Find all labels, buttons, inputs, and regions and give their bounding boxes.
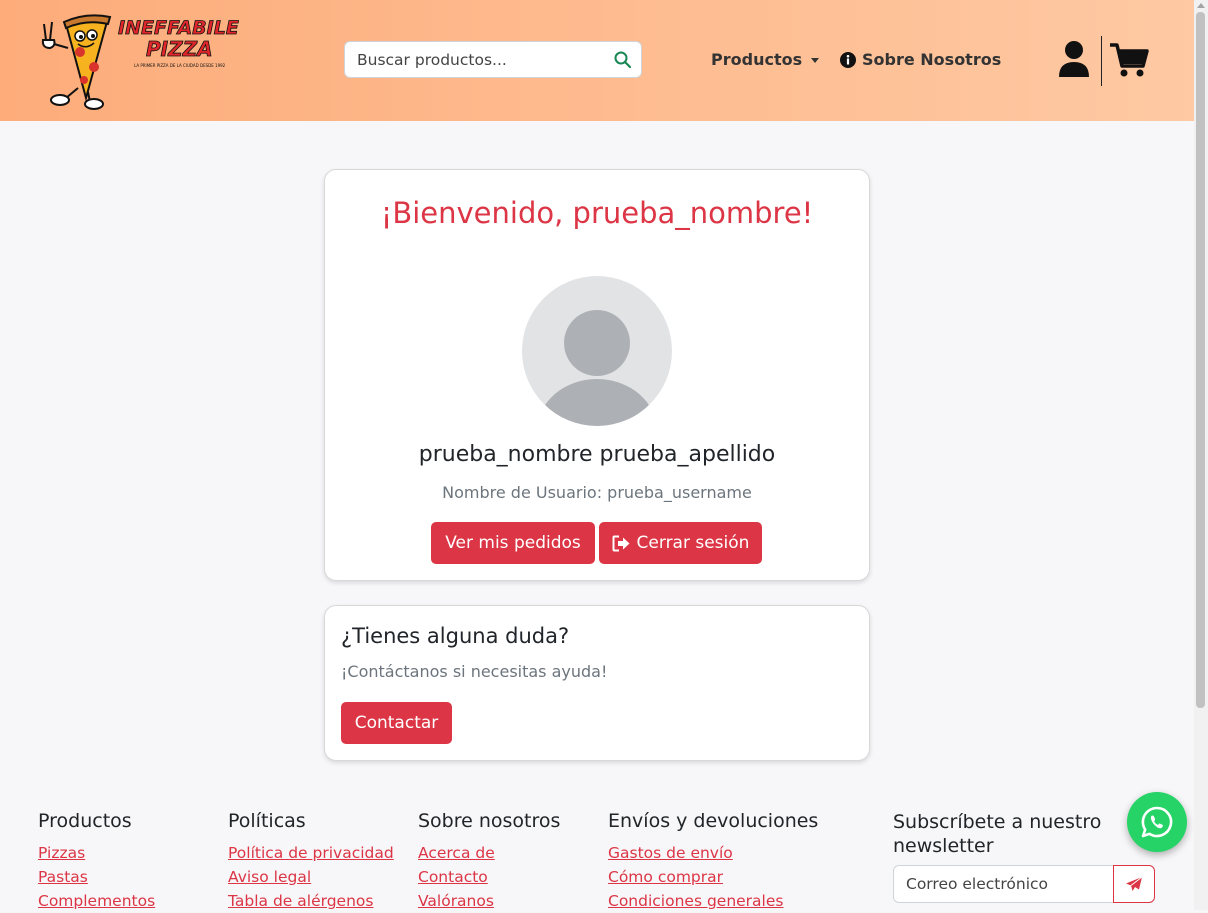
user-full-name: prueba_nombre prueba_apellido [418,442,776,467]
footer-column-politicas: Políticas Política de privacidad Aviso l… [228,810,394,913]
footer-link-valoranos[interactable]: Valóranos [418,889,560,913]
footer-heading: Productos [38,810,132,832]
help-card: ¿Tienes alguna duda? ¡Contáctanos si nec… [324,605,870,761]
scrollbar-thumb[interactable] [1196,12,1205,708]
footer-column-productos: Productos Pizzas Pastas Complementos [38,810,155,913]
footer-link-aviso-legal[interactable]: Aviso legal [228,865,394,889]
search-bar [344,41,642,78]
nav-sobre-nosotros-label: Sobre Nosotros [862,50,1002,69]
footer-link-contacto[interactable]: Contacto [418,865,560,889]
logout-button[interactable]: Cerrar sesión [599,522,762,564]
logo[interactable]: INEFFABILE PIZZA LA PRIMER PIZZA DE LA C… [38,12,242,110]
view-orders-label: Ver mis pedidos [445,533,581,553]
footer-heading: Sobre nosotros [418,810,561,832]
footer-column-envios: Envíos y devoluciones Gastos de envío Có… [608,810,818,913]
search-icon[interactable] [613,50,633,70]
footer-link-pizzas[interactable]: Pizzas [38,841,155,865]
welcome-heading: ¡Bienvenido, prueba_nombre! [380,196,814,230]
logout-label: Cerrar sesión [636,533,750,553]
footer-link-privacidad[interactable]: Política de privacidad [228,841,394,865]
footer-link-como-comprar[interactable]: Cómo comprar [608,865,818,889]
footer-heading: Envíos y devoluciones [608,810,819,832]
header-divider [1101,36,1102,86]
chevron-down-icon [811,58,820,63]
newsletter-send-button[interactable] [1113,865,1155,903]
send-icon [1126,876,1143,891]
footer-heading: Políticas [228,810,306,832]
username-line: Nombre de Usuario: prueba_username [442,483,752,502]
newsletter-email-input[interactable] [893,865,1114,903]
scrollbar[interactable] [1194,0,1208,910]
footer-link-acerca-de[interactable]: Acerca de [418,841,560,865]
footer-link-pastas[interactable]: Pastas [38,865,155,889]
help-title: ¿Tienes alguna duda? [341,624,570,648]
nav-productos-label: Productos [711,50,803,69]
nav-sobre-nosotros[interactable]: Sobre Nosotros [840,50,1001,69]
site-header: INEFFABILE PIZZA LA PRIMER PIZZA DE LA C… [0,0,1194,121]
scroll-up-arrow-icon[interactable] [1197,3,1205,8]
newsletter-title: Subscríbete a nuestro newsletter [893,811,1102,857]
user-icon[interactable] [1058,40,1090,78]
sign-out-icon [612,535,630,551]
svg-text:PIZZA: PIZZA [146,37,213,61]
footer-link-alergenos[interactable]: Tabla de alérgenos [228,889,394,913]
footer-link-complementos[interactable]: Complementos [38,889,155,913]
profile-card: ¡Bienvenido, prueba_nombre! prueba_nombr… [324,169,870,581]
footer-link-gastos-envio[interactable]: Gastos de envío [608,841,818,865]
svg-text:LA PRIMER PIZZA DE LA CIUDAD D: LA PRIMER PIZZA DE LA CIUDAD DESDE 1992 [134,63,226,68]
help-text: ¡Contáctanos si necesitas ayuda! [341,662,608,681]
footer-link-condiciones[interactable]: Condiciones generales [608,889,818,913]
avatar-icon [522,276,672,426]
nav-productos-dropdown[interactable]: Productos [711,50,820,69]
info-icon [840,51,856,68]
whatsapp-button[interactable] [1127,792,1187,852]
cart-icon[interactable] [1109,42,1149,78]
view-orders-button[interactable]: Ver mis pedidos [431,522,595,564]
footer-column-sobre-nosotros: Sobre nosotros Acerca de Contacto Valóra… [418,810,560,913]
whatsapp-icon [1141,806,1173,838]
svg-text:INEFFABILE: INEFFABILE [118,17,239,39]
contact-button[interactable]: Contactar [341,702,452,744]
search-input[interactable] [345,42,607,77]
contact-label: Contactar [354,713,439,733]
